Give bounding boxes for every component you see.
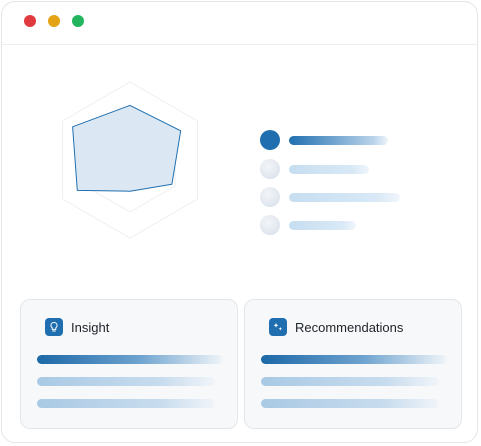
app-window: Insight Recommendations (1, 1, 478, 443)
legend-bar (289, 136, 388, 145)
title-bar (2, 2, 477, 45)
sparkles-icon (269, 318, 287, 336)
legend-dot (260, 130, 280, 150)
card-bar (261, 355, 447, 364)
legend-item-2[interactable] (260, 159, 410, 179)
minimize-window-button[interactable] (48, 15, 60, 27)
legend-item-3[interactable] (260, 187, 410, 207)
chart-legend (260, 130, 410, 240)
radar-series-1 (72, 104, 182, 192)
legend-dot (260, 159, 280, 179)
legend-dot (260, 187, 280, 207)
card-header: Insight (45, 317, 109, 337)
card-header: Recommendations (269, 317, 403, 337)
card-title: Insight (71, 319, 110, 335)
recommendations-card: Recommendations (244, 299, 462, 429)
card-bar (261, 377, 439, 386)
maximize-window-button[interactable] (72, 15, 84, 27)
close-window-button[interactable] (24, 15, 36, 27)
legend-item-4[interactable] (260, 215, 410, 235)
card-bar (37, 377, 215, 386)
radar-chart (62, 81, 198, 239)
card-bar (261, 399, 439, 408)
card-bar (37, 399, 215, 408)
legend-bar (289, 165, 369, 174)
legend-bar (289, 193, 400, 202)
insight-card: Insight (20, 299, 238, 429)
card-title: Recommendations (295, 319, 404, 335)
lightbulb-icon (45, 318, 63, 336)
legend-dot (260, 215, 280, 235)
legend-item-1[interactable] (260, 130, 410, 150)
legend-bar (289, 221, 356, 230)
card-bar (37, 355, 223, 364)
